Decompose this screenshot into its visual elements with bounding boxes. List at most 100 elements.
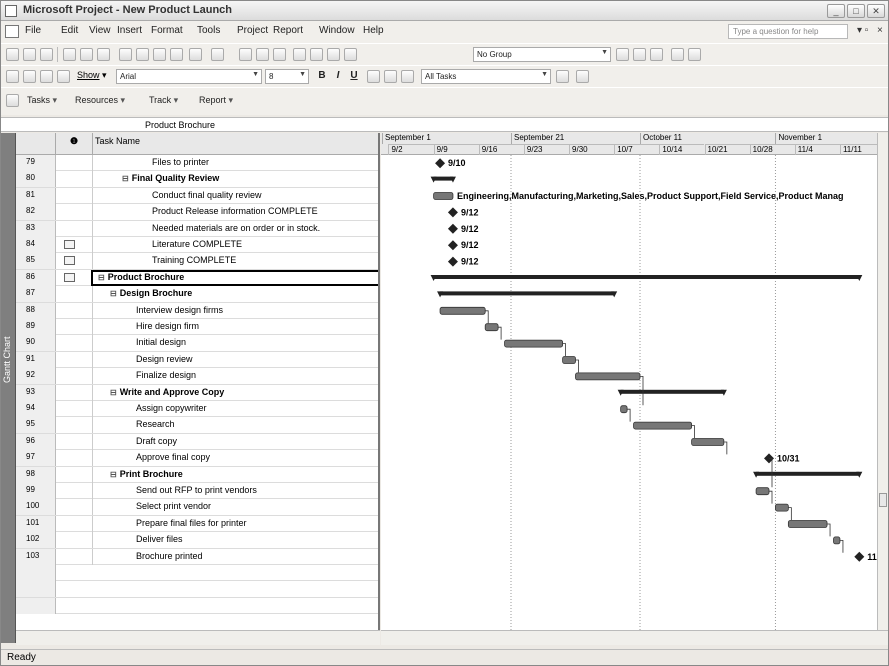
align-right-icon[interactable]: [401, 70, 414, 83]
row-id[interactable]: [16, 581, 56, 598]
font-size-select[interactable]: 8 ▼: [265, 69, 309, 84]
table-row[interactable]: 100 Select print vendor: [16, 499, 378, 516]
row-id[interactable]: 102: [16, 532, 56, 549]
cut-icon[interactable]: [119, 48, 132, 61]
milestone-marker[interactable]: [854, 551, 865, 562]
guide-report-button[interactable]: Report ▾: [199, 95, 233, 106]
row-id[interactable]: 91: [16, 351, 56, 368]
preview-icon[interactable]: [80, 48, 93, 61]
task-name-cell[interactable]: Select print vendor: [136, 501, 211, 511]
outdent-icon[interactable]: [6, 70, 19, 83]
note-icon[interactable]: [64, 256, 75, 266]
close-doc-icon[interactable]: ×: [877, 25, 883, 36]
task-bar[interactable]: [775, 503, 789, 512]
italic-button[interactable]: I: [331, 69, 345, 83]
table-row[interactable]: 86 ⊟ Product Brochure: [16, 269, 378, 287]
table-row[interactable]: 102 Deliver files: [16, 532, 378, 549]
guide-icon[interactable]: [6, 94, 19, 107]
group-select[interactable]: No Group ▼: [473, 47, 611, 62]
table-row[interactable]: 79 Files to printer: [16, 155, 378, 172]
help-search-input[interactable]: Type a question for help: [728, 24, 848, 39]
menu-report[interactable]: Report: [273, 25, 303, 36]
task-bar[interactable]: [633, 421, 693, 430]
empty-row[interactable]: [16, 581, 378, 598]
row-id[interactable]: 79: [16, 155, 56, 171]
maximize-button[interactable]: □: [847, 4, 865, 18]
table-row[interactable]: 84 Literature COMPLETE: [16, 237, 378, 254]
underline-button[interactable]: U: [347, 69, 361, 83]
table-row[interactable]: 83 Needed materials are on order or in st…: [16, 220, 378, 237]
zoom-in-icon[interactable]: [616, 48, 629, 61]
milestone-marker[interactable]: [447, 223, 458, 234]
row-id[interactable]: [16, 597, 56, 614]
hide-subtasks-icon[interactable]: [57, 70, 70, 83]
task-bar[interactable]: [833, 536, 841, 545]
minimize-button[interactable]: _: [827, 4, 845, 18]
task-bar[interactable]: [439, 306, 486, 315]
menu-view[interactable]: View: [89, 25, 111, 36]
empty-row[interactable]: [16, 565, 378, 582]
task-name-cell[interactable]: Finalize design: [136, 370, 196, 380]
guide-track-button[interactable]: Track ▾: [149, 95, 178, 106]
collapse-icon[interactable]: ⊟: [122, 174, 129, 183]
gantt-wizard-icon[interactable]: [576, 70, 589, 83]
open-icon[interactable]: [23, 48, 36, 61]
task-info-icon[interactable]: [293, 48, 306, 61]
task-bar[interactable]: [575, 372, 641, 381]
notes-icon[interactable]: [310, 48, 323, 61]
note-icon[interactable]: [64, 240, 75, 249]
task-name-cell[interactable]: ⊟ Write and Approve Copy: [110, 387, 224, 397]
spelling-icon[interactable]: [97, 48, 110, 61]
task-bar[interactable]: [755, 487, 770, 496]
table-row[interactable]: 91 Design review: [16, 351, 378, 369]
row-id[interactable]: 97: [16, 450, 56, 467]
task-name-cell[interactable]: Design review: [136, 354, 193, 364]
table-row[interactable]: 95 Research: [16, 417, 378, 434]
save-icon[interactable]: [40, 48, 53, 61]
table-row[interactable]: 87 ⊟ Design Brochure: [16, 286, 378, 303]
unlink-icon[interactable]: [256, 48, 269, 61]
row-id[interactable]: 85: [16, 253, 56, 270]
collapse-icon[interactable]: ⊟: [110, 289, 117, 298]
task-name-cell[interactable]: Initial design: [136, 337, 186, 347]
row-id[interactable]: 95: [16, 417, 56, 434]
scroll-to-task-icon[interactable]: [650, 48, 663, 61]
note-icon[interactable]: [64, 272, 75, 282]
row-id[interactable]: 80: [16, 171, 56, 188]
task-name-cell[interactable]: ⊟ Print Brochure: [110, 469, 183, 479]
row-id[interactable]: 87: [16, 286, 56, 303]
menu-project[interactable]: Project: [237, 25, 268, 36]
row-id[interactable]: 101: [16, 515, 56, 532]
table-row[interactable]: 82 Product Release information COMPLETE: [16, 204, 378, 221]
task-name-cell[interactable]: Training COMPLETE: [152, 255, 236, 265]
task-name-cell[interactable]: Interview design firms: [136, 305, 223, 315]
menu-help[interactable]: Help: [363, 25, 384, 36]
menu-window[interactable]: Window: [319, 25, 355, 36]
document-icon[interactable]: [5, 25, 19, 38]
filter-select[interactable]: All Tasks ▼: [421, 69, 551, 84]
autofilter-icon[interactable]: [556, 70, 569, 83]
task-name-cell[interactable]: Draft copy: [136, 436, 177, 446]
row-id[interactable]: 92: [16, 368, 56, 385]
collapse-icon[interactable]: ⊟: [98, 273, 105, 282]
show-subtasks-icon[interactable]: [40, 70, 53, 83]
row-id[interactable]: 88: [16, 302, 56, 319]
task-name-header[interactable]: Task Name: [93, 133, 378, 155]
show-menu-button[interactable]: Show ▾: [77, 70, 107, 81]
table-horizontal-scrollbar[interactable]: [16, 630, 380, 645]
task-name-cell[interactable]: ⊟ Product Brochure: [98, 272, 184, 282]
row-id[interactable]: 98: [16, 466, 56, 483]
indent-icon[interactable]: [23, 70, 36, 83]
table-row[interactable]: 96 Draft copy: [16, 433, 378, 451]
task-name-cell[interactable]: Conduct final quality review: [152, 190, 262, 200]
copy-picture-icon[interactable]: [671, 48, 684, 61]
task-bar[interactable]: [562, 356, 576, 364]
restore-doc-icon[interactable]: ▾ ▫: [857, 25, 868, 36]
row-id[interactable]: 84: [16, 237, 56, 253]
guide-tasks-button[interactable]: Tasks ▾: [27, 95, 57, 106]
summary-bar[interactable]: [620, 389, 724, 394]
row-id[interactable]: 90: [16, 335, 56, 352]
row-id[interactable]: 99: [16, 483, 56, 499]
format-painter-icon[interactable]: [170, 48, 183, 61]
collapse-icon[interactable]: ⊟: [110, 470, 117, 479]
